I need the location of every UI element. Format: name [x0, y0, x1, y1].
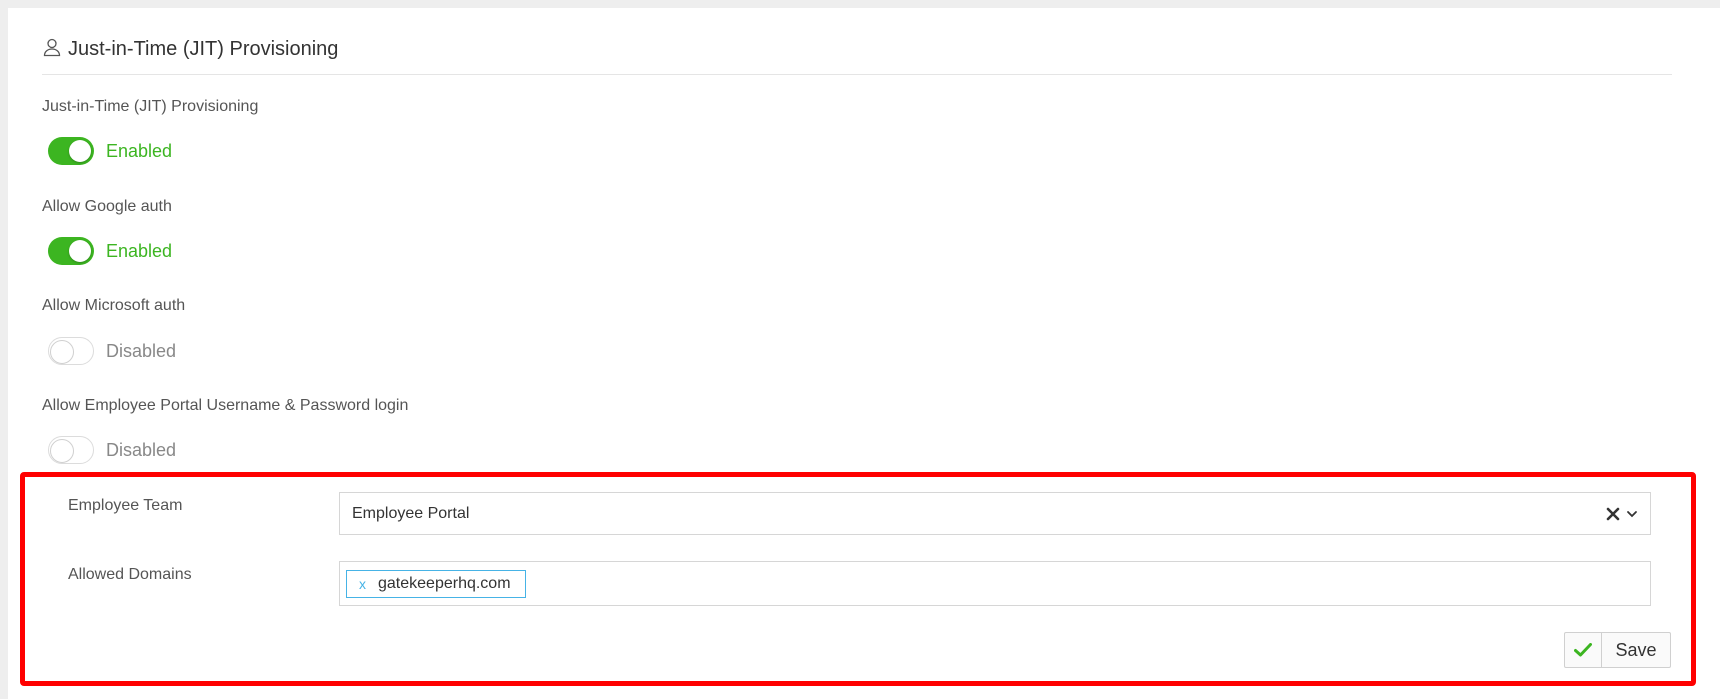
portal-password-login-state: Disabled	[106, 439, 177, 460]
section-header: Just-in-Time (JIT) Provisioning	[42, 24, 1672, 75]
portal-password-login-label: Allow Employee Portal Username & Passwor…	[42, 397, 409, 414]
section-title: Just-in-Time (JIT) Provisioning	[68, 37, 339, 60]
allowed-domains-input[interactable]: x gatekeeperhq.com	[339, 561, 1651, 606]
jit-provisioning-toggle-row: Enabled	[48, 137, 172, 165]
allowed-domains-label: Allowed Domains	[68, 566, 192, 583]
microsoft-auth-toggle[interactable]	[48, 337, 94, 365]
tag-remove-icon[interactable]: x	[359, 576, 366, 592]
portal-password-login-toggle[interactable]	[48, 436, 94, 464]
chevron-down-icon[interactable]	[1626, 508, 1638, 520]
jit-provisioning-label: Just-in-Time (JIT) Provisioning	[42, 98, 259, 115]
google-auth-label: Allow Google auth	[42, 198, 172, 215]
jit-provisioning-toggle[interactable]	[48, 137, 94, 165]
clear-icon[interactable]	[1606, 507, 1620, 521]
employee-team-select[interactable]: Employee Portal	[339, 492, 1651, 535]
google-auth-toggle-row: Enabled	[48, 237, 172, 265]
domain-tag: x gatekeeperhq.com	[346, 569, 526, 598]
jit-provisioning-state: Enabled	[106, 140, 173, 161]
google-auth-state: Enabled	[106, 240, 173, 261]
employee-team-label: Employee Team	[68, 497, 183, 514]
google-auth-toggle[interactable]	[48, 237, 94, 265]
tag-text: gatekeeperhq.com	[378, 574, 511, 592]
microsoft-auth-label: Allow Microsoft auth	[42, 297, 186, 314]
microsoft-auth-state: Disabled	[106, 340, 177, 361]
save-button[interactable]: Save	[1564, 632, 1671, 668]
user-icon	[42, 37, 62, 62]
save-label: Save	[1615, 639, 1657, 660]
microsoft-auth-toggle-row: Disabled	[48, 337, 176, 365]
portal-password-login-toggle-row: Disabled	[48, 436, 176, 464]
employee-team-value: Employee Portal	[352, 504, 470, 522]
check-icon	[1565, 633, 1602, 667]
